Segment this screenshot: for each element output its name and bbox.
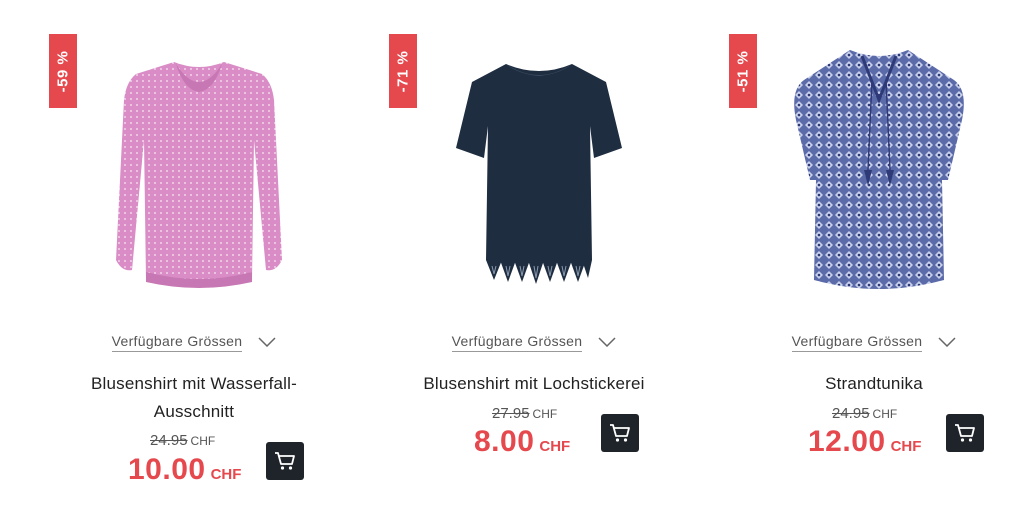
navy-shirt-image [456, 64, 622, 284]
sale-price-amount: 12.00 [808, 425, 886, 458]
discount-badge: -71 % [389, 34, 417, 108]
sale-price: 12.00 CHF [808, 425, 921, 459]
product-card[interactable]: -59 % Verfügbare Grössen Blusenshirt mit… [44, 0, 344, 526]
discount-label: -51 % [734, 50, 752, 92]
pink-blouse-image [116, 62, 282, 288]
discount-label: -71 % [394, 50, 412, 92]
old-price-currency: CHF [872, 407, 898, 421]
product-title[interactable]: Blusenshirt mit Wasserfall-Ausschnitt [74, 370, 314, 426]
sale-price-currency: CHF [539, 438, 571, 455]
cart-icon [610, 424, 630, 442]
chevron-down-icon [258, 337, 276, 347]
discount-badge: -59 % [49, 34, 77, 108]
sale-price-currency: CHF [210, 466, 242, 483]
product-card[interactable]: -71 % Verfügbare Grössen Blusenshirt mit… [384, 0, 684, 526]
sale-price: 8.00 CHF [474, 425, 570, 459]
available-sizes-label: Verfügbare Grössen [451, 333, 583, 352]
blue-tunic-image [794, 50, 964, 289]
add-to-cart-button[interactable] [946, 414, 984, 452]
available-sizes-toggle[interactable]: Verfügbare Grössen [384, 330, 684, 354]
sale-price-amount: 8.00 [474, 425, 535, 458]
product-card[interactable]: -51 % Verfügbare Grössen Strandtunika 24… [724, 0, 1024, 526]
sale-price: 10.00 CHF [128, 453, 241, 487]
old-price-currency: CHF [532, 407, 558, 421]
chevron-down-icon [938, 337, 956, 347]
available-sizes-toggle[interactable]: Verfügbare Grössen [724, 330, 1024, 354]
sale-price-amount: 10.00 [128, 453, 206, 486]
discount-badge: -51 % [729, 34, 757, 108]
old-price-amount: 24.95 [150, 432, 188, 449]
product-image[interactable] [444, 30, 634, 310]
product-title[interactable]: Strandtunika [754, 370, 994, 398]
add-to-cart-button[interactable] [266, 442, 304, 480]
old-price-amount: 24.95 [832, 405, 870, 422]
available-sizes-label: Verfügbare Grössen [791, 333, 923, 352]
discount-label: -59 % [54, 50, 72, 92]
available-sizes-label: Verfügbare Grössen [111, 333, 243, 352]
old-price: 27.95 CHF [492, 405, 557, 422]
sale-price-currency: CHF [890, 438, 922, 455]
old-price-currency: CHF [190, 434, 216, 448]
product-title[interactable]: Blusenshirt mit Lochstickerei [414, 370, 654, 398]
product-image[interactable] [104, 30, 294, 310]
chevron-down-icon [598, 337, 616, 347]
old-price: 24.95 CHF [150, 432, 215, 449]
cart-icon [955, 424, 975, 442]
old-price: 24.95 CHF [832, 405, 897, 422]
product-image[interactable] [784, 30, 974, 310]
cart-icon [275, 452, 295, 470]
add-to-cart-button[interactable] [601, 414, 639, 452]
old-price-amount: 27.95 [492, 405, 530, 422]
available-sizes-toggle[interactable]: Verfügbare Grössen [44, 330, 344, 354]
